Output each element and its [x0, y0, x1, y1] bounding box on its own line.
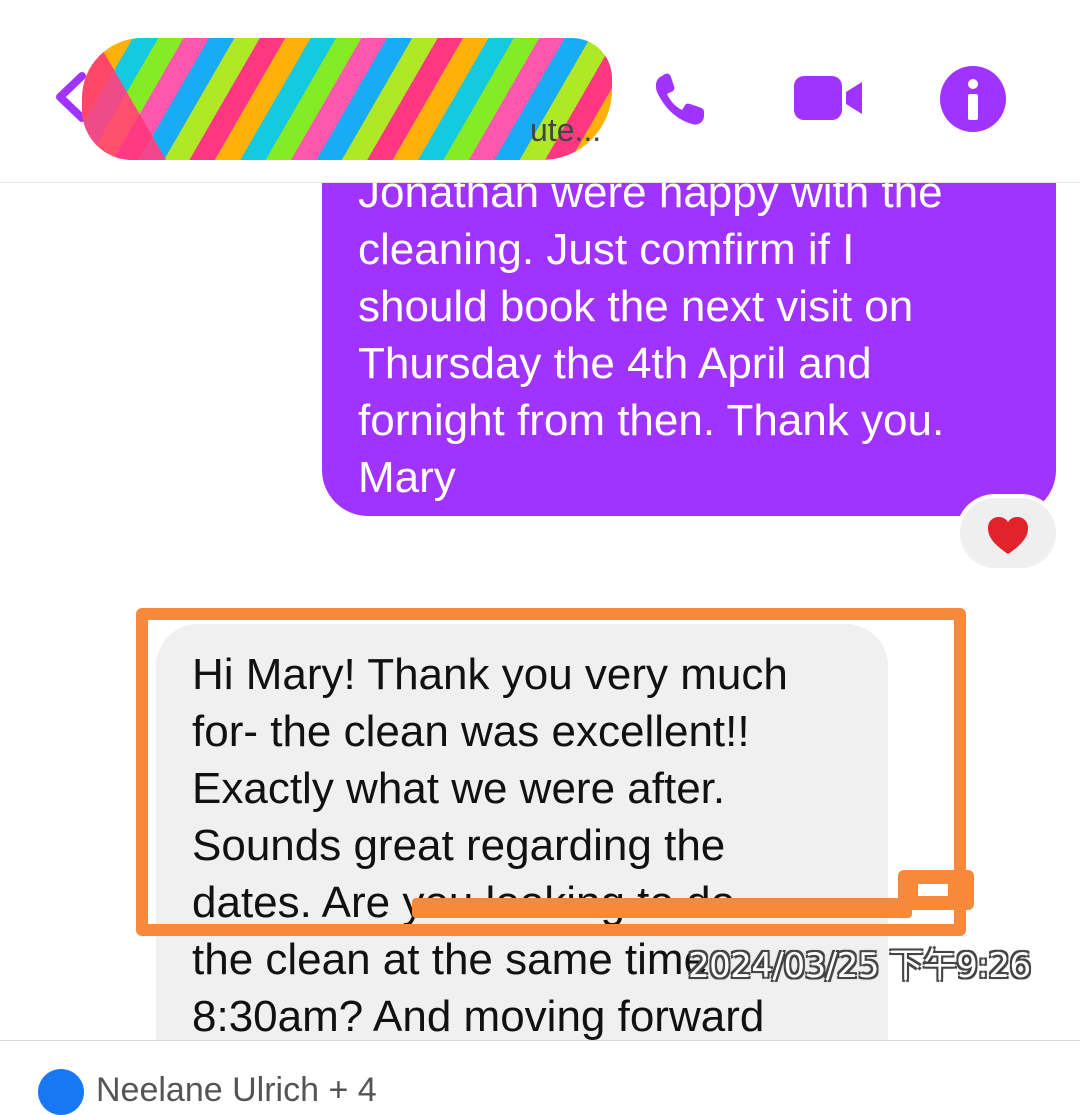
screenshot-timestamp: 2024/03/25 下午9:26 — [688, 946, 1031, 986]
reactions-footer: Neelane Ulrich + 4 — [0, 1040, 1080, 1115]
phone-icon[interactable] — [642, 62, 716, 136]
heart-reaction-icon — [988, 517, 1028, 554]
reactors-text[interactable]: Neelane Ulrich + 4 — [96, 1071, 377, 1110]
info-icon[interactable] — [936, 62, 1010, 136]
message-reaction[interactable] — [960, 498, 1056, 568]
like-icon — [38, 1069, 84, 1115]
contact-subtitle: ute... — [530, 112, 602, 148]
outgoing-message-bubble[interactable]: Jonathan were happy with the cleaning. J… — [322, 182, 1056, 516]
video-camera-icon[interactable] — [792, 62, 866, 136]
conversation-header: ute... — [0, 0, 1080, 183]
highlight-strike-bar — [412, 898, 912, 918]
handle-mark-bottom — [918, 912, 948, 924]
handle-mark-top — [918, 884, 948, 896]
